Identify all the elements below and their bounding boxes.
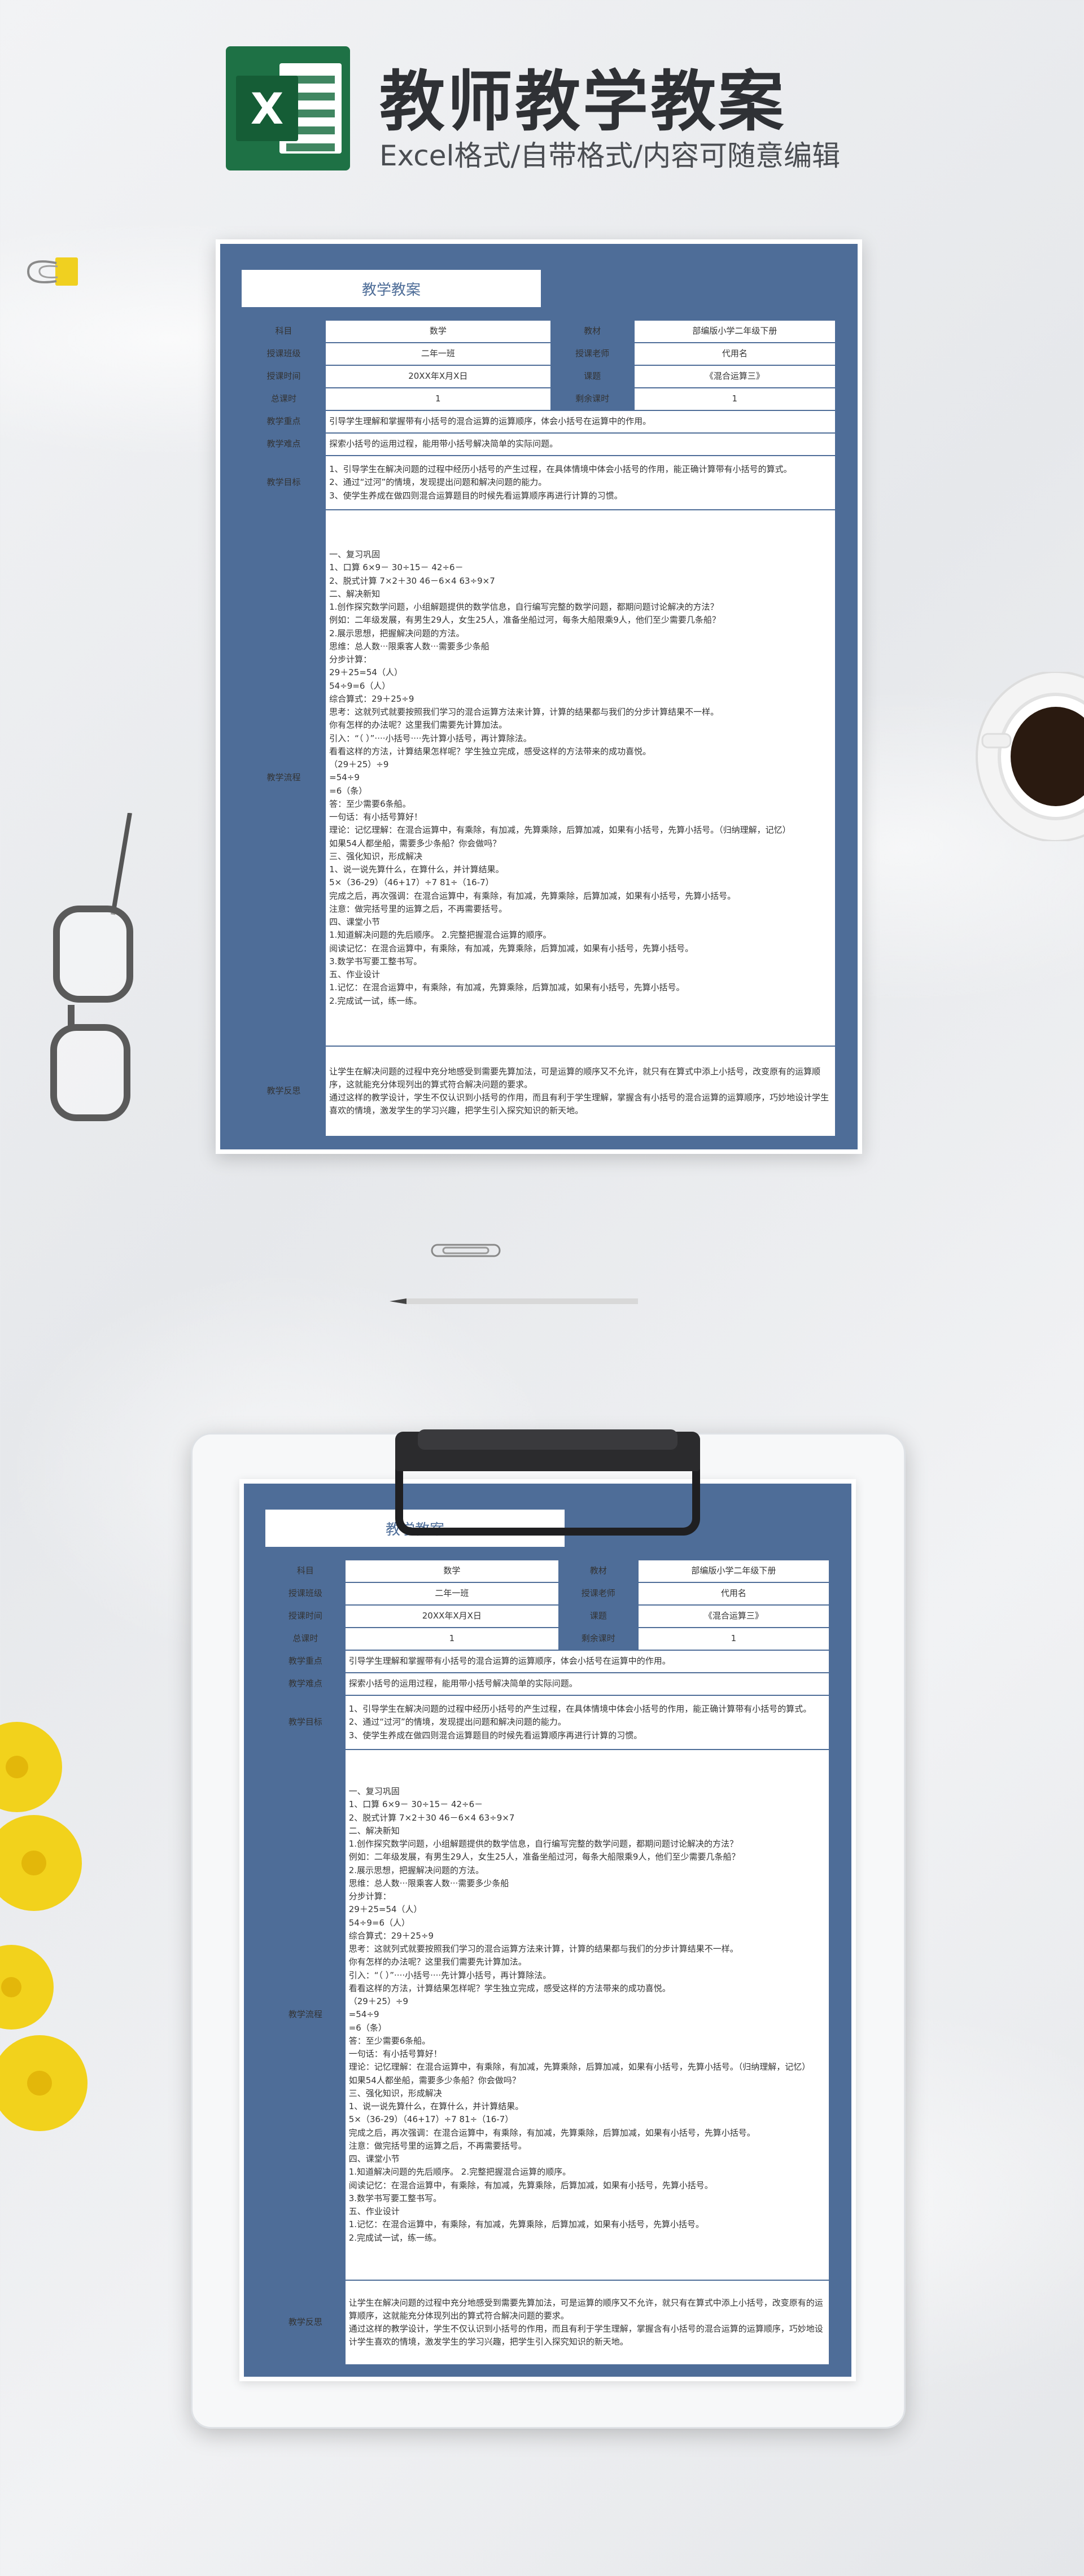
label-teacher: 授课老师 [558,1582,639,1606]
label-subject: 科目 [241,320,326,343]
value-class[interactable]: 二年一班 [325,342,552,366]
label-reflection: 教学反思 [265,2280,346,2365]
label-class: 授课班级 [241,342,326,366]
value-process[interactable]: 一、复习巩固 1、口算 6×9－ 30÷15－ 42÷6－ 2、脱式计算 7×2… [325,509,836,1047]
label-material: 教材 [558,1559,639,1583]
value-goals[interactable]: 1、引导学生在解决问题的过程中经历小括号的产生过程，在具体情境中体会小括号的作用… [344,1695,831,1750]
label-difficulty: 教学难点 [241,432,326,456]
page-subtitle: Excel格式/自带格式/内容可随意编辑 [379,139,841,172]
label-time: 授课时间 [265,1604,346,1628]
value-subject[interactable]: 数学 [344,1559,560,1583]
label-teacher: 授课老师 [550,342,635,366]
label-difficulty: 教学难点 [265,1672,346,1696]
value-total[interactable]: 1 [325,387,552,411]
value-remaining[interactable]: 1 [637,1627,831,1651]
lesson-plan-card: 教学教案 科目 数学 教材 部编版小学二年级下册 授课班级 二年一班 授课老师 … [216,239,862,1154]
label-goals: 教学目标 [241,455,326,510]
label-material: 教材 [550,320,635,343]
coffee-cup-icon [976,672,1084,841]
value-subject[interactable]: 数学 [325,320,552,343]
clipboard-clamp-top [418,1429,678,1450]
label-total: 总课时 [241,387,326,411]
lesson-plan-table: 科目 数学 教材 部编版小学二年级下册 授课班级 二年一班 授课老师 代用名 授… [265,1559,831,2365]
value-key[interactable]: 引导学生理解和掌握带有小括号的混合运算的运算顺序，体会小括号在运算中的作用。 [325,410,836,434]
label-process: 教学流程 [265,1749,346,2281]
label-remaining: 剩余课时 [550,387,635,411]
label-process: 教学流程 [241,509,326,1047]
value-difficulty[interactable]: 探索小括号的运用过程，能用带小括号解决简单的实际问题。 [344,1672,831,1696]
page-title: 教师教学教案 [379,64,786,140]
eyeglasses-icon [50,813,133,1121]
label-goals: 教学目标 [265,1695,346,1750]
daisy-flowers-icon [0,1722,88,2131]
pencil-icon [390,1298,638,1304]
value-key[interactable]: 引导学生理解和掌握带有小括号的混合运算的运算顺序，体会小括号在运算中的作用。 [344,1650,831,1673]
value-material[interactable]: 部编版小学二年级下册 [637,1559,831,1583]
value-class[interactable]: 二年一班 [344,1582,560,1606]
label-reflection: 教学反思 [241,1046,326,1137]
value-time[interactable]: 20XX年X月X日 [344,1604,560,1628]
value-goals[interactable]: 1、引导学生在解决问题的过程中经历小括号的产生过程，在具体情境中体会小括号的作用… [325,455,836,510]
value-topic[interactable]: 《混合运算三》 [633,365,837,388]
value-reflection[interactable]: 让学生在解决问题的过程中充分地感受到需要先算加法，可是运算的顺序又不允许，就只有… [344,2280,831,2365]
clipboard-clamp-arm [395,1468,700,1536]
excel-logo-icon: X [226,46,350,170]
value-teacher[interactable]: 代用名 [637,1582,831,1606]
label-key: 教学重点 [241,410,326,434]
label-key: 教学重点 [265,1650,346,1673]
value-total[interactable]: 1 [344,1627,560,1651]
value-teacher[interactable]: 代用名 [633,342,837,366]
value-topic[interactable]: 《混合运算三》 [637,1604,831,1628]
lesson-plan-card-preview: 教学教案 科目 数学 教材 部编版小学二年级下册 授课班级 二年一班 授课老师 … [239,1479,856,2381]
paperclip-icon [431,1244,501,1257]
label-topic: 课题 [550,365,635,388]
value-reflection[interactable]: 让学生在解决问题的过程中充分地感受到需要先算加法，可是运算的顺序又不允许，就只有… [325,1046,836,1137]
label-subject: 科目 [265,1559,346,1583]
label-topic: 课题 [558,1604,639,1628]
label-class: 授课班级 [265,1582,346,1606]
value-material[interactable]: 部编版小学二年级下册 [633,320,837,343]
label-remaining: 剩余课时 [558,1627,639,1651]
value-time[interactable]: 20XX年X月X日 [325,365,552,388]
binder-clip-icon [27,257,78,286]
label-time: 授课时间 [241,365,326,388]
label-total: 总课时 [265,1627,346,1651]
value-remaining[interactable]: 1 [633,387,837,411]
doc-title: 教学教案 [242,270,541,307]
value-process[interactable]: 一、复习巩固 1、口算 6×9－ 30÷15－ 42÷6－ 2、脱式计算 7×2… [344,1749,831,2281]
lesson-plan-table: 科目 数学 教材 部编版小学二年级下册 授课班级 二年一班 授课老师 代用名 授… [241,320,837,1137]
value-difficulty[interactable]: 探索小括号的运用过程，能用带小括号解决简单的实际问题。 [325,432,836,456]
